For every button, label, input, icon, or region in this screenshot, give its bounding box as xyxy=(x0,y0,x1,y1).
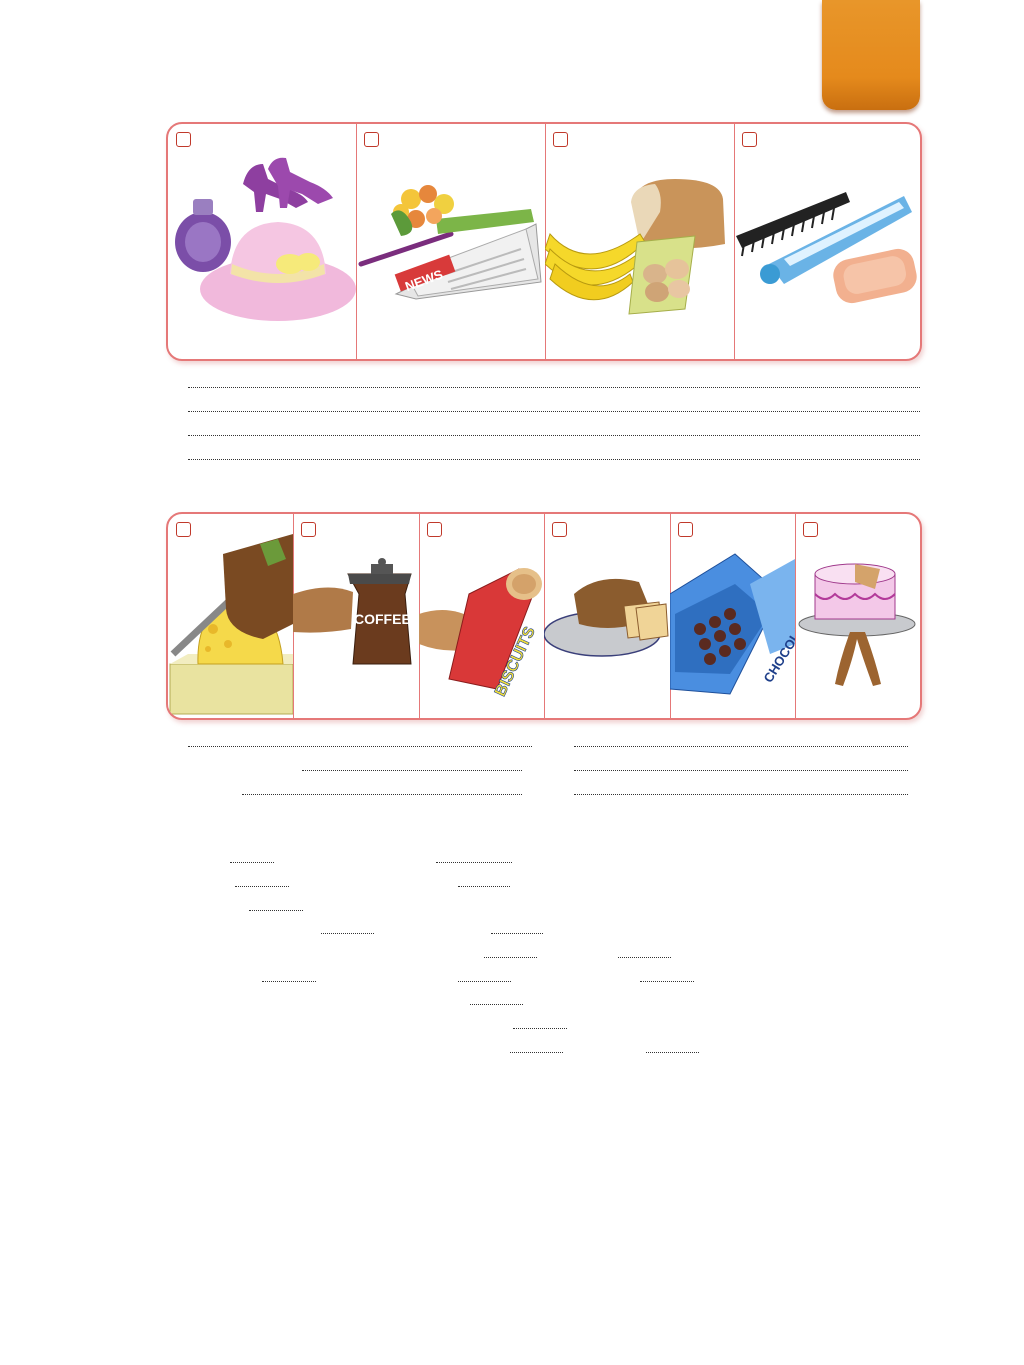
answer-checkbox[interactable] xyxy=(427,522,442,537)
picture-cell-3: BISCUITS xyxy=(419,514,545,718)
answer-blank[interactable] xyxy=(230,862,274,863)
answer-blank[interactable] xyxy=(458,981,511,982)
writing-line[interactable] xyxy=(188,411,920,412)
answer-checkbox[interactable] xyxy=(301,522,316,537)
answer-blank[interactable] xyxy=(510,1052,563,1053)
answer-checkbox[interactable] xyxy=(678,522,693,537)
sliced-bread-icon xyxy=(544,578,669,657)
picture-cell-6 xyxy=(795,514,920,718)
picture-cell-2: NEWS xyxy=(356,124,546,359)
answer-blank[interactable] xyxy=(249,910,303,911)
answer-blank[interactable] xyxy=(458,886,510,887)
answer-checkbox[interactable] xyxy=(364,132,379,147)
picture-cell-3 xyxy=(545,124,735,359)
coffee-pot-icon: COFFEE xyxy=(293,558,412,665)
biscuits-pack-icon: BISCUITS xyxy=(419,568,542,699)
answer-blank[interactable] xyxy=(235,886,289,887)
clothes-perfume-hat-shoes-icon xyxy=(175,157,356,321)
answer-checkbox[interactable] xyxy=(553,132,568,147)
answer-blank[interactable] xyxy=(321,933,374,934)
answer-checkbox[interactable] xyxy=(742,132,757,147)
answer-checkbox[interactable] xyxy=(176,522,191,537)
answer-checkbox[interactable] xyxy=(552,522,567,537)
coffee-label: COFFEE xyxy=(354,611,411,627)
writing-line[interactable] xyxy=(188,459,920,460)
answer-blank[interactable] xyxy=(640,981,694,982)
writing-line[interactable] xyxy=(574,794,908,795)
writing-line[interactable] xyxy=(188,435,920,436)
picture-strip-2: COFFEE BISCUITS CHOCOLATE xyxy=(166,512,922,720)
cutting-cheese-icon xyxy=(169,534,293,715)
answer-blank[interactable] xyxy=(491,933,543,934)
picture-cell-5: CHOCOLATE xyxy=(670,514,796,718)
answer-blank[interactable] xyxy=(436,862,512,863)
answer-checkbox[interactable] xyxy=(803,522,818,537)
writing-line[interactable] xyxy=(302,770,522,771)
answer-checkbox[interactable] xyxy=(176,132,191,147)
section-tab xyxy=(822,0,920,110)
picture-cell-1 xyxy=(168,514,294,718)
writing-line[interactable] xyxy=(188,387,920,388)
comb-toothpaste-soap-icon xyxy=(736,192,917,304)
writing-line[interactable] xyxy=(188,746,532,747)
picture-strip-1: NEWS xyxy=(166,122,922,361)
flowers-newspaper-pen-icon: NEWS xyxy=(358,185,542,300)
writing-line[interactable] xyxy=(574,746,908,747)
answer-blank[interactable] xyxy=(513,1028,567,1029)
writing-line[interactable] xyxy=(574,770,908,771)
answer-blank[interactable] xyxy=(618,957,671,958)
answer-blank[interactable] xyxy=(484,957,537,958)
picture-cell-4 xyxy=(734,124,920,359)
bananas-bread-eggs-icon xyxy=(545,179,725,315)
picture-cell-2: COFFEE xyxy=(293,514,420,718)
picture-cell-4 xyxy=(544,514,671,718)
cake-stand-icon xyxy=(798,563,916,686)
answer-blank[interactable] xyxy=(470,1004,523,1005)
answer-blank[interactable] xyxy=(646,1052,699,1053)
writing-line[interactable] xyxy=(242,794,522,795)
answer-blank[interactable] xyxy=(262,981,316,982)
picture-cell-1 xyxy=(168,124,357,359)
chocolate-box-icon: CHOCOLATE xyxy=(670,553,795,695)
